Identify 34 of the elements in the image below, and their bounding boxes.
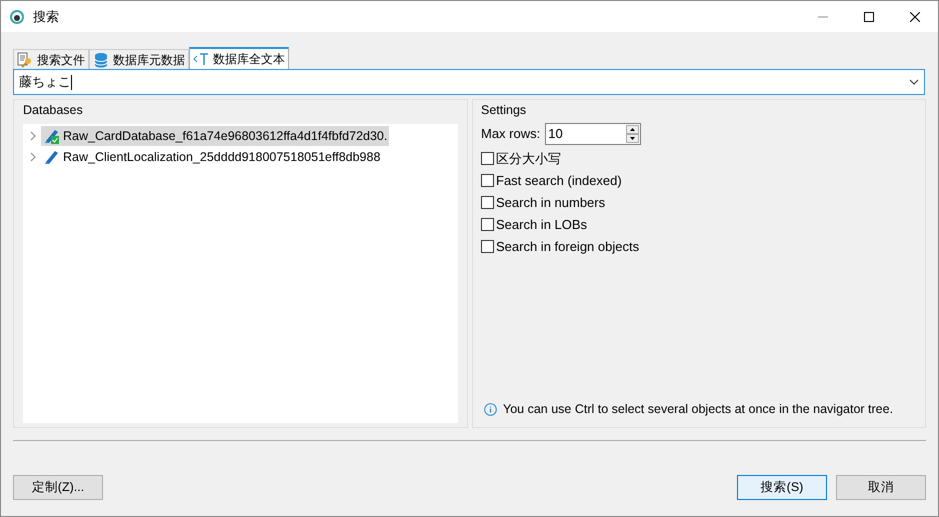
tree-item[interactable]: Raw_ClientLocalization_25dddd918007518051eff8db988 [41, 147, 382, 168]
search-field[interactable]: 藤ちょこ [13, 69, 925, 95]
chevron-down-icon[interactable] [909, 79, 919, 85]
spin-up-icon[interactable] [626, 124, 640, 134]
cancel-button[interactable]: 取消 [836, 475, 926, 500]
tab[interactable]: 搜索文件 [13, 49, 89, 69]
checkbox[interactable] [481, 174, 494, 188]
info-icon [484, 403, 497, 416]
search-button[interactable]: 搜索(S) [737, 475, 827, 500]
hint-text: You can use Ctrl to select several objects at once in the navigator tree. [503, 401, 894, 418]
checkbox[interactable] [481, 196, 494, 210]
checkbox-label: 区分大小写 [496, 150, 561, 168]
max-rows-spinner[interactable]: 10 [545, 122, 642, 145]
checkbox-label: Search in LOBs [496, 216, 588, 234]
customize-button[interactable]: 定制(Z)... [13, 475, 103, 500]
tree-item[interactable]: Raw_CardDatabase_f61a74e96803612ffa4d1f4fbfd72d30. [41, 126, 390, 146]
close-icon [910, 12, 920, 22]
checkbox[interactable] [481, 218, 494, 232]
maximize-icon [864, 12, 874, 22]
spin-down-icon[interactable] [626, 134, 640, 143]
group-title: Databases [23, 102, 84, 119]
checkbox[interactable] [481, 240, 494, 254]
checkbox-label: Search in foreign objects [496, 238, 640, 256]
checkbox-label: Search in numbers [496, 194, 606, 212]
file-key-icon [17, 52, 33, 68]
tab[interactable]: 数据库元数据 [89, 49, 189, 69]
app-icon [9, 8, 25, 24]
text-icon [193, 51, 209, 67]
window-title: 搜索 [33, 8, 59, 26]
max-rows-label: Max rows: [481, 125, 540, 143]
group-title: Settings [481, 102, 528, 119]
checkbox[interactable] [481, 152, 494, 166]
checkbox-label: Fast search (indexed) [496, 172, 622, 190]
tab[interactable]: 数据库全文本 [189, 47, 289, 69]
